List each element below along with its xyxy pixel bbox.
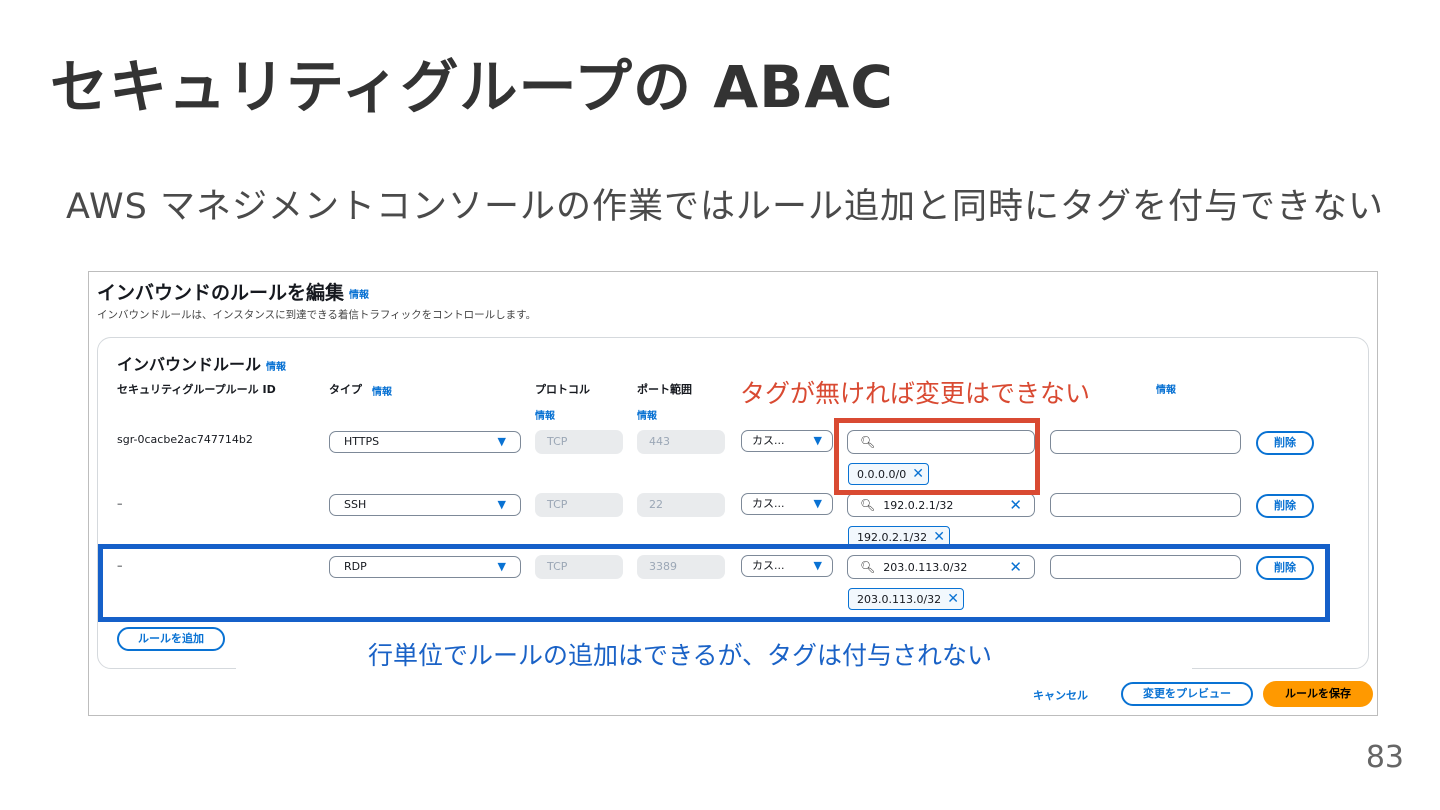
column-header-type: タイプ 情報 bbox=[329, 381, 392, 398]
description-input[interactable] bbox=[1050, 493, 1241, 517]
column-header-type-label: タイプ bbox=[329, 383, 362, 396]
port-range-field: 22 bbox=[637, 493, 725, 517]
clear-icon[interactable]: ✕ bbox=[1009, 494, 1022, 516]
panel-info-link[interactable]: 情報 bbox=[266, 362, 286, 373]
rule-id: sgr-0cacbe2ac747714b2 bbox=[117, 433, 253, 446]
source-type-value: カス... bbox=[752, 497, 785, 510]
source-type-select[interactable]: カス... ▼ bbox=[741, 430, 833, 452]
port-info-link[interactable]: 情報 bbox=[637, 407, 657, 422]
column-header-port-range: ポート範囲 bbox=[637, 383, 692, 396]
caret-down-icon: ▼ bbox=[497, 498, 506, 511]
highlight-box-blue bbox=[98, 544, 1330, 622]
search-icon: 🔍︎ bbox=[860, 498, 876, 512]
protocol-field: TCP bbox=[535, 430, 623, 454]
cancel-button[interactable]: キャンセル bbox=[1033, 687, 1088, 703]
description-info-link[interactable]: 情報 bbox=[1156, 381, 1176, 396]
source-token-value: 192.0.2.1/32 bbox=[857, 531, 928, 544]
annotation-blue-note-text: 行単位でルールの追加はできるが、タグは付与されない bbox=[368, 641, 993, 670]
delete-button[interactable]: 削除 bbox=[1256, 494, 1314, 518]
page-title-info-link[interactable]: 情報 bbox=[349, 290, 369, 301]
rule-id: – bbox=[117, 497, 123, 510]
type-select-value: HTTPS bbox=[344, 435, 380, 448]
type-select[interactable]: SSH ▼ bbox=[329, 494, 521, 516]
source-type-select[interactable]: カス... ▼ bbox=[741, 493, 833, 515]
annotation-red-note: タグが無ければ変更はできない bbox=[736, 374, 1095, 410]
caret-down-icon: ▼ bbox=[813, 434, 822, 447]
preview-changes-button[interactable]: 変更をプレビュー bbox=[1121, 682, 1253, 706]
slide-title: セキュリティグループの ABAC bbox=[50, 53, 894, 121]
save-rules-button[interactable]: ルールを保存 bbox=[1263, 681, 1373, 707]
port-range-field: 443 bbox=[637, 430, 725, 454]
highlight-box-red bbox=[834, 418, 1040, 495]
type-select-value: SSH bbox=[344, 498, 367, 511]
caret-down-icon: ▼ bbox=[813, 497, 822, 510]
protocol-info-link[interactable]: 情報 bbox=[535, 407, 555, 422]
source-type-value: カス... bbox=[752, 434, 785, 447]
add-rule-button[interactable]: ルールを追加 bbox=[117, 627, 225, 651]
type-info-link[interactable]: 情報 bbox=[372, 387, 392, 398]
source-search-value: 192.0.2.1/32 bbox=[883, 499, 954, 512]
description-input[interactable] bbox=[1050, 430, 1241, 454]
page-description: インバウンドルールは、インスタンスに到達できる着信トラフィックをコントロールしま… bbox=[97, 309, 537, 321]
description-info-text[interactable]: 情報 bbox=[1156, 385, 1176, 396]
caret-down-icon: ▼ bbox=[497, 435, 506, 448]
page-title-text: インバウンドのルールを編集 bbox=[97, 282, 345, 304]
page-number: 83 bbox=[1365, 740, 1404, 775]
panel-title: インバウンドルール 情報 bbox=[117, 351, 286, 375]
remove-token-icon[interactable]: ✕ bbox=[933, 529, 945, 545]
panel-title-text: インバウンドルール bbox=[117, 355, 262, 374]
annotation-blue-note: 行単位でルールの追加はできるが、タグは付与されない bbox=[236, 630, 1192, 676]
column-header-protocol: プロトコル bbox=[535, 383, 590, 396]
column-header-rule-id: セキュリティグループルール ID bbox=[117, 383, 276, 396]
page-title: インバウンドのルールを編集 情報 bbox=[97, 278, 369, 305]
protocol-field: TCP bbox=[535, 493, 623, 517]
source-search-input[interactable]: 🔍︎ 192.0.2.1/32 ✕ bbox=[847, 493, 1035, 517]
delete-button[interactable]: 削除 bbox=[1256, 431, 1314, 455]
slide-subtitle: AWS マネジメントコンソールの作業ではルール追加と同時にタグを付与できない bbox=[66, 187, 1384, 227]
type-select[interactable]: HTTPS ▼ bbox=[329, 431, 521, 453]
